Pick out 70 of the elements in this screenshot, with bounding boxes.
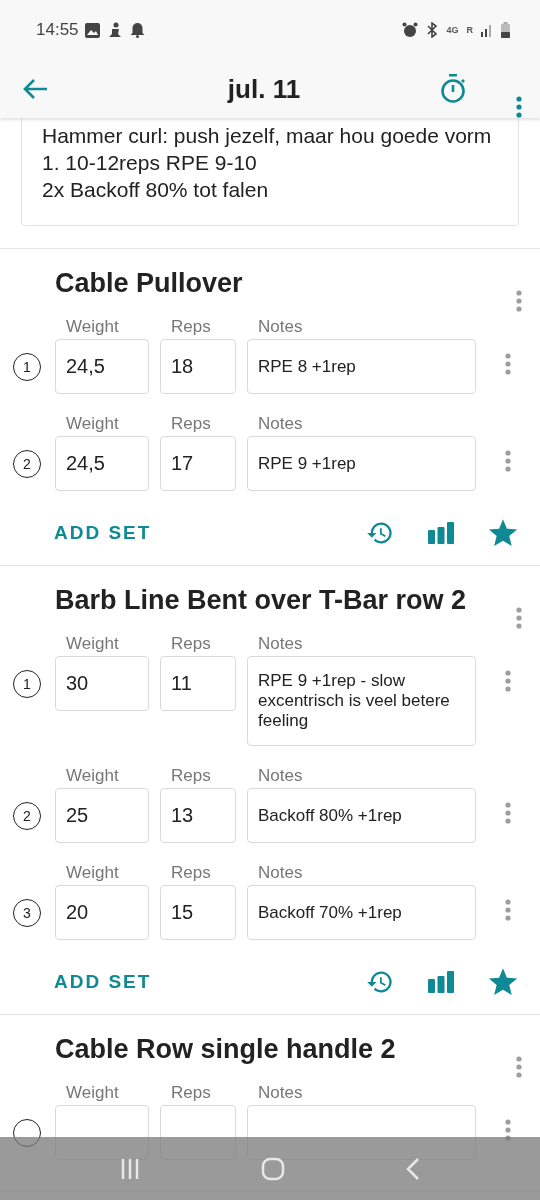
note-text: 2x Backoff 80% tot falen (42, 177, 270, 203)
notes-label: Notes (257, 766, 304, 787)
notes-field[interactable]: Backoff 70% +1rep (247, 885, 476, 940)
more-icon[interactable] (505, 670, 511, 692)
weight-field[interactable]: 20 (55, 885, 149, 940)
notes-field[interactable]: RPE 8 +1rep (247, 339, 476, 394)
reps-label: Reps (170, 414, 212, 435)
notes-field[interactable]: Backoff 80% +1rep (247, 788, 476, 843)
reps-field[interactable]: 15 (160, 885, 236, 940)
star-icon[interactable] (488, 967, 518, 997)
roaming-indicator: R (466, 25, 473, 35)
alarm-icon (402, 22, 419, 38)
figure-icon (107, 22, 122, 38)
more-icon[interactable] (516, 96, 522, 118)
reps-field[interactable]: 18 (160, 339, 236, 394)
weight-field[interactable]: 25 (55, 788, 149, 843)
add-set-button[interactable]: ADD SET (54, 522, 366, 544)
reps-field[interactable]: 13 (160, 788, 236, 843)
recents-icon[interactable] (120, 1157, 141, 1180)
notes-label: Notes (257, 863, 304, 884)
reps-label: Reps (170, 317, 212, 338)
screen-title: jul. 11 (226, 73, 302, 105)
reps-label: Reps (170, 766, 212, 787)
weight-label: Weight (65, 634, 120, 655)
more-icon[interactable] (516, 290, 522, 312)
bell-icon (129, 22, 145, 38)
network-type: 4G (446, 25, 459, 35)
more-icon[interactable] (516, 607, 522, 629)
reps-field[interactable]: 11 (160, 656, 236, 711)
exercise-title: Cable Row single handle 2 (55, 1033, 397, 1065)
weight-field[interactable]: 24,5 (55, 436, 149, 491)
notes-field[interactable]: RPE 9 +1rep (247, 436, 476, 491)
more-icon[interactable] (505, 353, 511, 375)
more-icon[interactable] (505, 802, 511, 824)
weight-label: Weight (65, 317, 120, 338)
notes-label: Notes (257, 634, 304, 655)
weight-label: Weight (65, 414, 120, 435)
battery-icon (501, 22, 510, 38)
notes-label: Notes (257, 317, 304, 338)
status-time: 14:55 (36, 20, 79, 40)
reps-label: Reps (170, 1083, 212, 1104)
stopwatch-icon[interactable] (440, 74, 466, 104)
home-icon[interactable] (261, 1156, 285, 1181)
weight-label: Weight (65, 1083, 120, 1104)
bar-chart-icon[interactable] (428, 522, 454, 544)
reps-label: Reps (170, 863, 212, 884)
reps-label: Reps (170, 634, 212, 655)
note-text: 1. 10-12reps RPE 9-10 (42, 150, 258, 176)
more-icon[interactable] (505, 450, 511, 472)
notes-label: Notes (257, 414, 304, 435)
bluetooth-icon (426, 22, 439, 38)
weight-field[interactable]: 24,5 (55, 339, 149, 394)
back-icon[interactable] (22, 78, 48, 100)
weight-label: Weight (65, 766, 120, 787)
exercise-title: Barb Line Bent over T-Bar row 2 (55, 584, 468, 616)
back-nav-icon[interactable] (405, 1156, 420, 1181)
notes-label: Notes (257, 1083, 304, 1104)
note-text: Hammer curl: push jezelf, maar hou goede vorm (42, 123, 493, 149)
signal-icon (481, 23, 493, 37)
notes-field[interactable]: RPE 9 +1rep - slow excentrisch is veel betere feeling (247, 656, 476, 746)
exercise-title: Cable Pullover (55, 267, 244, 299)
more-icon[interactable] (505, 899, 511, 921)
add-set-button[interactable]: ADD SET (54, 971, 366, 993)
more-icon[interactable] (516, 1056, 522, 1078)
reps-field[interactable]: 17 (160, 436, 236, 491)
weight-field[interactable]: 30 (55, 656, 149, 711)
star-icon[interactable] (488, 518, 518, 548)
weight-label: Weight (65, 863, 120, 884)
bar-chart-icon[interactable] (428, 971, 454, 993)
image-icon (84, 22, 100, 38)
